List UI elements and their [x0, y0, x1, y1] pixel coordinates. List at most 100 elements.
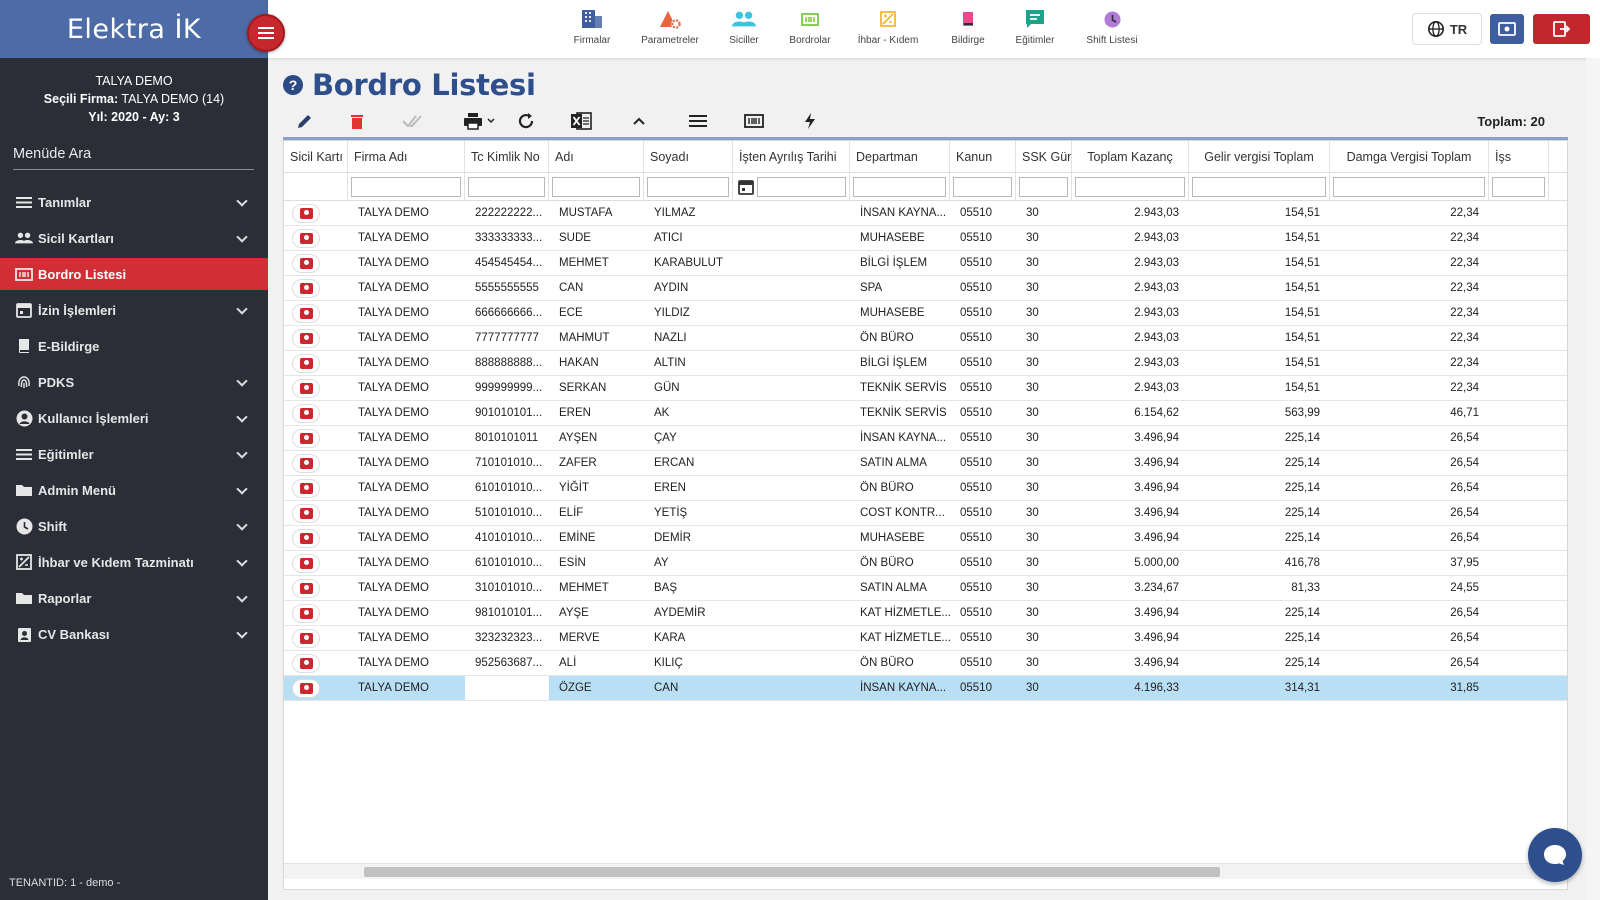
menu-toggle-button[interactable] — [247, 14, 285, 52]
table-row[interactable]: TALYA DEMO 410101010... EMİNE DEMİR MUHASEBE… — [284, 526, 1567, 551]
filter-input[interactable] — [351, 176, 461, 197]
sidebar-item-raporlar[interactable]: Raporlar — [0, 582, 268, 614]
column-header[interactable]: Kanun — [950, 141, 1016, 172]
id-card-icon[interactable] — [292, 328, 320, 348]
id-card-icon[interactable] — [292, 353, 320, 373]
column-header[interactable]: Gelir vergisi Toplam — [1189, 141, 1330, 172]
filter-input[interactable] — [468, 176, 545, 197]
table-row[interactable]: TALYA DEMO 7777777777 MAHMUT NAZLI ÖN BÜRO 05… — [284, 326, 1567, 351]
approve-button[interactable] — [401, 110, 425, 132]
id-card-icon[interactable] — [292, 603, 320, 623]
topbar-item-7[interactable]: Shift Listesi — [1072, 6, 1152, 46]
language-selector[interactable]: TR — [1412, 13, 1482, 45]
sidebar-item-i-hbar-ve-k-dem-tazminat[interactable]: İhbar ve Kıdem Tazminatı — [0, 546, 268, 578]
table-row[interactable]: TALYA DEMO 710101010... ZAFER ERCAN SATIN AL… — [284, 451, 1567, 476]
scrollbar-thumb[interactable] — [364, 867, 1220, 877]
filter-input[interactable] — [1492, 176, 1545, 197]
sidebar-item-sicil-kartlar[interactable]: Sicil Kartları — [0, 222, 268, 254]
id-card-icon[interactable] — [292, 378, 320, 398]
table-row[interactable]: TALYA DEMO 610101010... YİĞİT EREN ÖN BÜRO 05… — [284, 476, 1567, 501]
sidebar-item-e-itimler[interactable]: Eğitimler — [0, 438, 268, 470]
menu-search-input[interactable]: Menüde Ara — [13, 146, 254, 170]
filter-input[interactable] — [1019, 176, 1068, 197]
filter-input[interactable] — [1333, 176, 1485, 197]
payroll-button[interactable] — [742, 110, 766, 132]
table-row[interactable]: TALYA DEMO 8010101011 AYŞEN ÇAY İNSAN KAYNA.… — [284, 426, 1567, 451]
column-header[interactable]: Toplam Kazanç — [1072, 141, 1189, 172]
id-card-icon[interactable] — [292, 503, 320, 523]
table-row[interactable]: TALYA DEMO 333333333... SUDE ATICI MUHASEBE 0… — [284, 226, 1567, 251]
id-card-icon[interactable] — [292, 628, 320, 648]
cash-button[interactable] — [1490, 14, 1524, 44]
topbar-item-1[interactable]: Parametreler — [630, 6, 710, 46]
id-card-icon[interactable] — [292, 678, 320, 698]
id-card-icon[interactable] — [292, 403, 320, 423]
topbar-item-0[interactable]: Firmalar — [552, 6, 632, 46]
id-card-icon[interactable] — [292, 228, 320, 248]
id-card-icon[interactable] — [292, 278, 320, 298]
filter-input[interactable] — [552, 176, 640, 197]
column-header[interactable]: İşs — [1489, 141, 1549, 172]
quick-action-button[interactable] — [798, 110, 822, 132]
sidebar-item-shift[interactable]: Shift — [0, 510, 268, 542]
columns-button[interactable] — [686, 110, 710, 132]
filter-input[interactable] — [1075, 176, 1185, 197]
sidebar-item-i-zin-i-lemleri[interactable]: İzin İşlemleri — [0, 294, 268, 326]
table-row[interactable]: TALYA DEMO 5555555555 CAN AYDIN SPA 05510 30 2.… — [284, 276, 1567, 301]
vertical-scrollbar[interactable] — [1586, 58, 1600, 900]
column-header[interactable]: İşten Ayrılış Tarihi — [733, 141, 850, 172]
filter-input[interactable] — [953, 176, 1012, 197]
table-row[interactable]: TALYA DEMO ÖZGE CAN İNSAN KAYNA... 05510 30 4.… — [284, 676, 1567, 701]
table-row[interactable]: TALYA DEMO 666666666... ECE YILDIZ MUHASEBE 0… — [284, 301, 1567, 326]
topbar-item-3[interactable]: Bordrolar — [770, 6, 850, 46]
id-card-icon[interactable] — [292, 578, 320, 598]
sidebar-item-kullan-c-i-lemleri[interactable]: Kullanıcı İşlemleri — [0, 402, 268, 434]
filter-input[interactable] — [757, 176, 846, 197]
id-card-icon[interactable] — [292, 553, 320, 573]
sidebar-item-tan-mlar[interactable]: Tanımlar — [0, 186, 268, 218]
horizontal-scrollbar[interactable] — [284, 863, 1567, 879]
help-icon[interactable]: ? — [283, 75, 303, 95]
id-card-icon[interactable] — [292, 303, 320, 323]
filter-input[interactable] — [1192, 176, 1326, 197]
calendar-icon[interactable] — [738, 179, 754, 195]
id-card-icon[interactable] — [292, 453, 320, 473]
table-row[interactable]: TALYA DEMO 952563687... ALİ KILIÇ ÖN BÜRO 055… — [284, 651, 1567, 676]
column-header[interactable]: Damga Vergisi Toplam — [1330, 141, 1489, 172]
table-row[interactable]: TALYA DEMO 888888888... HAKAN ALTIN BİLGİ İŞ… — [284, 351, 1567, 376]
delete-button[interactable] — [345, 110, 369, 132]
sidebar-item-admin-men[interactable]: Admin Menü — [0, 474, 268, 506]
refresh-button[interactable] — [514, 110, 538, 132]
topbar-item-4[interactable]: İhbar - Kıdem — [848, 6, 928, 46]
table-row[interactable]: TALYA DEMO 999999999... SERKAN GÜN TEKNİK SE… — [284, 376, 1567, 401]
excel-export-button[interactable] — [569, 110, 593, 132]
column-header[interactable]: Tc Kimlik No — [465, 141, 549, 172]
logout-button[interactable] — [1533, 14, 1590, 44]
collapse-button[interactable] — [627, 110, 651, 132]
chat-button[interactable] — [1528, 828, 1582, 882]
column-header[interactable]: Soyadı — [644, 141, 733, 172]
table-row[interactable]: TALYA DEMO 222222222... MUSTAFA YILMAZ İNSAN… — [284, 201, 1567, 226]
table-row[interactable]: TALYA DEMO 323232323... MERVE KARA KAT HİZME… — [284, 626, 1567, 651]
edit-button[interactable] — [293, 110, 317, 132]
column-header[interactable]: SSK Gün — [1016, 141, 1072, 172]
filter-input[interactable] — [647, 176, 729, 197]
sidebar-item-e-bildirge[interactable]: E-Bildirge — [0, 330, 268, 362]
id-card-icon[interactable] — [292, 478, 320, 498]
column-header[interactable]: Departman — [850, 141, 950, 172]
print-button[interactable] — [461, 110, 499, 132]
table-row[interactable]: TALYA DEMO 310101010... MEHMET BAŞ SATIN ALM… — [284, 576, 1567, 601]
id-card-icon[interactable] — [292, 528, 320, 548]
table-row[interactable]: TALYA DEMO 510101010... ELİF YETİŞ COST KONT… — [284, 501, 1567, 526]
filter-input[interactable] — [853, 176, 946, 197]
column-header[interactable]: Adı — [549, 141, 644, 172]
id-card-icon[interactable] — [292, 253, 320, 273]
sidebar-item-cv-bankas[interactable]: CV Bankası — [0, 618, 268, 650]
id-card-icon[interactable] — [292, 428, 320, 448]
sidebar-item-bordro-listesi[interactable]: Bordro Listesi — [0, 258, 268, 290]
table-row[interactable]: TALYA DEMO 454545454... MEHMET KARABULUT BİL… — [284, 251, 1567, 276]
id-card-icon[interactable] — [292, 653, 320, 673]
sidebar-item-pdks[interactable]: PDKS — [0, 366, 268, 398]
column-header[interactable]: Firma Adı — [348, 141, 465, 172]
table-row[interactable]: TALYA DEMO 901010101... EREN AK TEKNİK SERVİ… — [284, 401, 1567, 426]
